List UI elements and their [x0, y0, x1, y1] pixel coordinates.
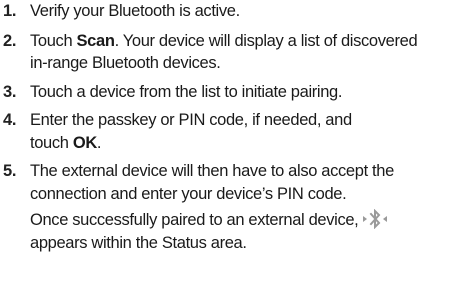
step-1: 1. Verify your Bluetooth is active.	[0, 0, 471, 23]
step-text-part: Touch	[30, 31, 77, 50]
step-text-part: Once successfully paired to an external …	[30, 211, 359, 229]
step-text-part: .	[96, 133, 102, 152]
instruction-steps: 1. Verify your Bluetooth is active. 2. T…	[0, 0, 471, 260]
step-text-part: touch	[30, 133, 73, 152]
step-3: 3. Touch a device from the list to initi…	[0, 81, 471, 104]
step-number: 4.	[3, 111, 17, 129]
bluetooth-connected-icon	[362, 208, 388, 230]
ok-label: OK	[72, 133, 97, 152]
step-text: Touch Scan. Your device will display a l…	[30, 30, 471, 53]
step-text: Verify your Bluetooth is active.	[30, 2, 240, 20]
step-continuation: Once successfully paired to an external …	[30, 208, 471, 232]
step-continuation-line2: appears within the Status area.	[30, 233, 247, 252]
step-number: 2.	[3, 31, 17, 50]
step-text-line2: connection and enter your device’s PIN c…	[30, 184, 347, 203]
step-text-part: . Your device will display a list of dis…	[114, 31, 418, 50]
step-number: 3.	[3, 82, 17, 101]
step-text-line2: touch OK.	[30, 132, 471, 155]
step-number: 1.	[3, 2, 17, 20]
step-5: 5. The external device will then have to…	[0, 160, 471, 254]
step-text: Enter the passkey or PIN code, if needed…	[30, 111, 352, 129]
step-number: 5.	[3, 162, 17, 180]
step-4: 4. Enter the passkey or PIN code, if nee…	[0, 109, 471, 154]
step-2: 2. Touch Scan. Your device will display …	[0, 30, 471, 75]
scan-label: Scan	[76, 31, 115, 50]
step-text: Touch a device from the list to initiate…	[30, 82, 343, 101]
step-text: The external device will then have to al…	[30, 162, 394, 180]
step-text-line2: in-range Bluetooth devices.	[30, 54, 221, 72]
